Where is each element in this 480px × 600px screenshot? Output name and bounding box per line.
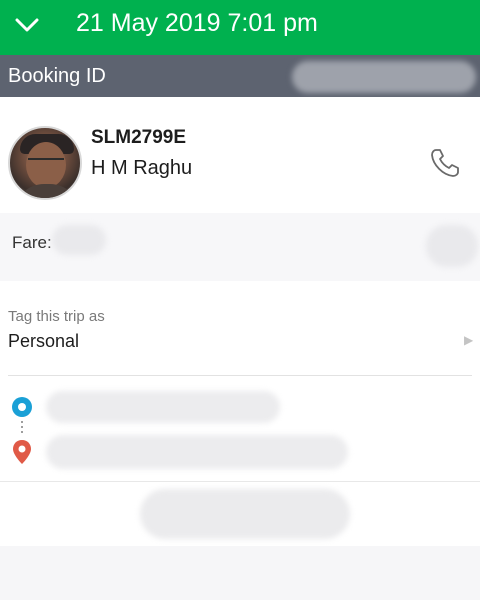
action-redacted bbox=[140, 489, 350, 539]
chevron-down-icon bbox=[15, 18, 39, 32]
trip-details-section: Tag this trip as Personal ▶ bbox=[0, 281, 480, 546]
collapse-button[interactable] bbox=[10, 10, 44, 40]
fare-total-redacted bbox=[426, 225, 478, 267]
tag-trip-label: Tag this trip as bbox=[8, 308, 105, 325]
fare-label: Fare: bbox=[12, 233, 52, 252]
chevron-right-icon[interactable]: ▶ bbox=[464, 333, 473, 347]
driver-avatar bbox=[8, 126, 82, 200]
pickup-dot-icon bbox=[12, 397, 32, 417]
vehicle-plate: SLM2799E bbox=[91, 127, 187, 148]
pickup-address-redacted bbox=[46, 391, 280, 423]
route-connector bbox=[21, 421, 23, 435]
phone-icon bbox=[431, 149, 459, 177]
driver-card: SLM2799E H M Raghu bbox=[0, 97, 480, 213]
fare-amount-redacted bbox=[52, 225, 106, 255]
header-bar: 21 May 2019 7:01 pm bbox=[0, 0, 480, 55]
dropoff-address-redacted bbox=[46, 435, 348, 469]
driver-name: H M Raghu bbox=[91, 157, 193, 179]
bottom-area bbox=[0, 546, 480, 600]
call-driver-button[interactable] bbox=[428, 146, 462, 180]
booking-id-label: Booking ID bbox=[8, 65, 106, 87]
dropoff-pin-icon bbox=[13, 440, 31, 464]
booking-id-bar: Booking ID bbox=[0, 55, 480, 97]
booking-id-value-redacted bbox=[292, 61, 476, 93]
divider bbox=[8, 375, 472, 376]
divider bbox=[0, 481, 480, 482]
trip-datetime: 21 May 2019 7:01 pm bbox=[76, 9, 318, 37]
tag-trip-value[interactable]: Personal bbox=[8, 330, 79, 352]
fare-row: Fare: bbox=[0, 213, 480, 281]
